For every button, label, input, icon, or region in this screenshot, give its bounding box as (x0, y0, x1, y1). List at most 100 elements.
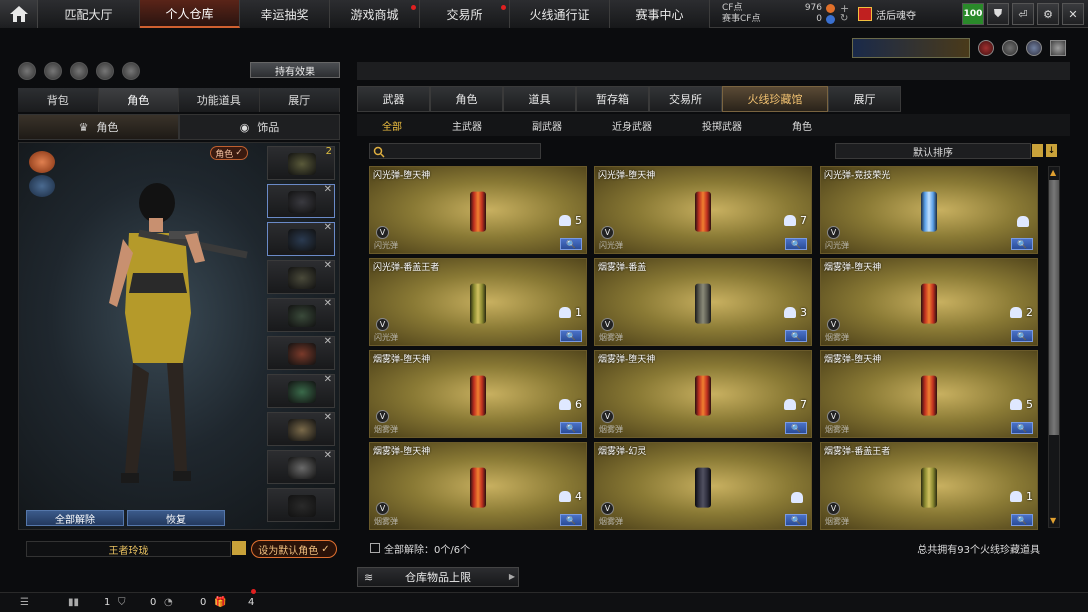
close-icon[interactable]: ✕ (324, 261, 332, 271)
right-tab-3[interactable]: 暂存箱 (576, 86, 649, 112)
event-icon-4[interactable] (1050, 40, 1066, 56)
right-tab-4[interactable]: 交易所 (649, 86, 722, 112)
item-card[interactable]: 烟雾弹-堕天神 V 烟雾弹 🔍 6 (369, 350, 587, 438)
item-card[interactable]: 烟雾弹-番盖王者 V 烟雾弹 🔍 1 (820, 442, 1038, 530)
left-tab-0[interactable]: 背包 (18, 88, 99, 112)
inspect-button[interactable]: 🔍 (1011, 422, 1033, 434)
home-button[interactable] (0, 0, 38, 28)
bars-icon[interactable] (44, 62, 62, 80)
item-card[interactable]: 烟雾弹-番盖 V 烟雾弹 🔍 3 (594, 258, 812, 346)
list-view-icon[interactable] (1032, 144, 1043, 157)
item-card[interactable]: 闪光弹-番盖王者 V 闪光弹 🔍 1 (369, 258, 587, 346)
right-subtab-2[interactable]: 副武器 (507, 114, 587, 136)
right-subtab-1[interactable]: 主武器 (427, 114, 507, 136)
inspect-button[interactable]: 🔍 (560, 514, 582, 526)
event-icon-1[interactable] (978, 40, 994, 56)
close-icon[interactable]: ✕ (324, 413, 332, 423)
event-icon-3[interactable] (1026, 40, 1042, 56)
eye-icon[interactable] (70, 62, 88, 80)
left-tab-1[interactable]: 角色 (98, 88, 179, 112)
equip-slot-2[interactable]: ✕ (267, 222, 335, 256)
inspect-button[interactable]: 🔍 (785, 330, 807, 342)
menu-icon[interactable] (232, 541, 246, 555)
close-icon[interactable]: ✕ (324, 223, 332, 233)
right-subtab-4[interactable]: 投掷武器 (677, 114, 767, 136)
equip-slot-7[interactable]: ✕ (267, 412, 335, 446)
inspect-button[interactable]: 🔍 (785, 422, 807, 434)
chat-icon[interactable]: ◔ (164, 597, 173, 608)
character-name-field[interactable]: 王者玲珑 (26, 541, 231, 557)
subtab-character[interactable]: ♛ 角色 (18, 114, 179, 140)
gift-icon[interactable]: 🎁 (214, 597, 226, 608)
equip-slot-0[interactable]: 2 (267, 146, 335, 180)
inspect-button[interactable]: 🔍 (560, 238, 582, 250)
scroll-up-icon[interactable]: ▲ (1050, 168, 1056, 177)
refresh-icon[interactable]: ↻ (840, 13, 848, 24)
right-subtab-0[interactable]: 全部 (357, 114, 427, 136)
subtab-accessory[interactable]: ◉ 饰品 (179, 114, 340, 140)
user-info[interactable]: 活后魂夺 (858, 4, 958, 24)
nav-tab-6[interactable]: 赛事中心 (610, 0, 710, 28)
hold-effect-button[interactable]: 持有效果 (250, 62, 340, 78)
inspect-button[interactable]: 🔍 (560, 422, 582, 434)
close-icon[interactable]: ✕ (324, 337, 332, 347)
right-tab-2[interactable]: 道具 (503, 86, 576, 112)
inspect-button[interactable]: 🔍 (1011, 330, 1033, 342)
exit-button[interactable]: ⏎ (1012, 3, 1034, 25)
sort-order-icon[interactable]: ↓ (1046, 144, 1057, 157)
right-tab-5[interactable]: 火线珍藏馆 (722, 86, 828, 112)
item-card[interactable]: 烟雾弹-堕天神 V 烟雾弹 🔍 2 (820, 258, 1038, 346)
equip-slot-4[interactable]: ✕ (267, 298, 335, 332)
equip-slot-3[interactable]: ✕ (267, 260, 335, 294)
item-card[interactable]: 烟雾弹-堕天神 V 烟雾弹 🔍 7 (594, 350, 812, 438)
nav-tab-4[interactable]: 交易所 (420, 0, 510, 28)
right-tab-1[interactable]: 角色 (430, 86, 503, 112)
scroll-down-icon[interactable]: ▼ (1050, 516, 1056, 525)
role-fire-icon[interactable] (29, 151, 55, 173)
close-icon[interactable]: ✕ (324, 375, 332, 385)
nav-tab-5[interactable]: 火线通行证 (510, 0, 610, 28)
level-badge[interactable]: 100 (962, 3, 984, 25)
role-water-icon[interactable] (29, 175, 55, 197)
equip-slot-5[interactable]: ✕ (267, 336, 335, 370)
item-card[interactable]: 烟雾弹-堕天神 V 烟雾弹 🔍 4 (369, 442, 587, 530)
ammo-icon[interactable]: ▮▮ (68, 597, 79, 608)
right-subtab-5[interactable]: 角色 (767, 114, 837, 136)
scroll-thumb[interactable] (1049, 180, 1059, 435)
shield-button[interactable]: ⛊ (987, 3, 1009, 25)
sort-dropdown[interactable]: 默认排序 (835, 143, 1031, 159)
left-tab-2[interactable]: 功能道具 (179, 88, 260, 112)
right-tab-0[interactable]: 武器 (357, 86, 430, 112)
close-icon[interactable]: ✕ (324, 451, 332, 461)
equip-slot-9[interactable] (267, 488, 335, 522)
inspect-button[interactable]: 🔍 (1011, 238, 1033, 250)
list-icon[interactable]: ☰ (20, 597, 29, 608)
storage-limit-button[interactable]: ≋ 仓库物品上限 ▶ (357, 567, 519, 587)
close-icon[interactable]: ✕ (324, 299, 332, 309)
equip-slot-6[interactable]: ✕ (267, 374, 335, 408)
set-default-character-button[interactable]: 设为默认角色 ✓ (251, 540, 337, 558)
shield-small-icon[interactable]: ⛉ (118, 597, 126, 608)
nav-tab-3[interactable]: 游戏商城 (330, 0, 420, 28)
nav-tab-0[interactable]: 匹配大厅 (38, 0, 140, 28)
equip-slot-8[interactable]: ✕ (267, 450, 335, 484)
right-subtab-3[interactable]: 近身武器 (587, 114, 677, 136)
star-icon[interactable] (96, 62, 114, 80)
right-tab-6[interactable]: 展厅 (828, 86, 901, 112)
inspect-button[interactable]: 🔍 (785, 238, 807, 250)
inspect-button[interactable]: 🔍 (785, 514, 807, 526)
close-icon[interactable]: ✕ (324, 185, 332, 195)
close-button[interactable]: ✕ (1062, 3, 1084, 25)
item-card[interactable]: 闪光弹-竞技荣光 V 闪光弹 🔍 (820, 166, 1038, 254)
off-icon[interactable] (18, 62, 36, 80)
item-card[interactable]: 烟雾弹-幻灵 V 烟雾弹 🔍 (594, 442, 812, 530)
left-tab-3[interactable]: 展厅 (259, 88, 340, 112)
restore-button[interactable]: 恢复 (127, 510, 225, 526)
search-input[interactable] (369, 143, 541, 159)
inspect-button[interactable]: 🔍 (1011, 514, 1033, 526)
item-card[interactable]: 闪光弹-堕天神 V 闪光弹 🔍 5 (369, 166, 587, 254)
promo-banner[interactable] (852, 38, 970, 58)
item-card[interactable]: 闪光弹-堕天神 V 闪光弹 🔍 7 (594, 166, 812, 254)
equip-slot-1[interactable]: ✕ (267, 184, 335, 218)
item-card[interactable]: 烟雾弹-堕天神 V 烟雾弹 🔍 5 (820, 350, 1038, 438)
